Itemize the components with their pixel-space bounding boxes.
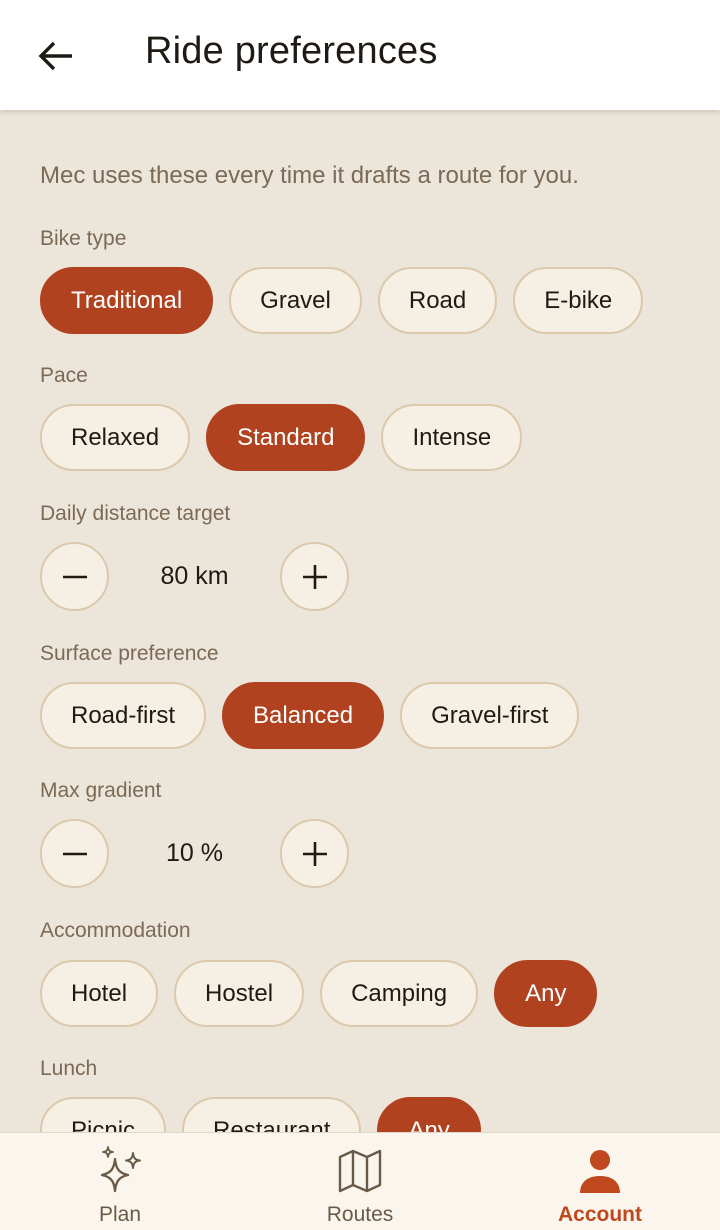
minus-icon xyxy=(62,852,87,855)
bike-type-option-ebike[interactable]: E-bike xyxy=(513,267,644,334)
gradient-value: 10 % xyxy=(166,839,223,867)
nav-label-account: Account xyxy=(558,1203,642,1226)
nav-label-routes: Routes xyxy=(326,1203,394,1226)
pace-option-intense[interactable]: Intense xyxy=(381,404,523,471)
preferences-content[interactable]: Mec uses these every time it drafts a ro… xyxy=(0,110,720,1132)
bike-type-option-traditional[interactable]: Traditional xyxy=(40,267,214,334)
accommodation-option-hostel[interactable]: Hostel xyxy=(174,960,305,1027)
surface-option-road-first[interactable]: Road-first xyxy=(40,682,207,749)
accommodation-option-camping[interactable]: Camping xyxy=(320,960,479,1027)
arrow-left-icon xyxy=(38,41,72,71)
app-root: Ride preferences Mec uses these every ti… xyxy=(0,0,720,1230)
distance-increase-button[interactable] xyxy=(280,542,349,611)
gradient-increase-button[interactable] xyxy=(280,819,349,888)
accommodation-chips: Hotel Hostel Camping Any xyxy=(40,960,598,1027)
pace-option-standard[interactable]: Standard xyxy=(206,404,366,471)
nav-item-account[interactable]: Account xyxy=(480,1133,720,1230)
gradient-decrease-button[interactable] xyxy=(40,819,109,888)
lunch-chips: Picnic Restaurant Any xyxy=(40,1097,481,1132)
accommodation-option-any[interactable]: Any xyxy=(494,960,598,1027)
bike-type-label: Bike type xyxy=(40,227,127,250)
nav-item-plan[interactable]: Plan xyxy=(0,1133,240,1230)
back-button[interactable] xyxy=(36,36,76,76)
pace-label: Pace xyxy=(40,364,88,387)
minus-icon xyxy=(62,575,87,578)
surface-chips: Road-first Balanced Gravel-first xyxy=(40,682,580,749)
distance-value: 80 km xyxy=(160,562,229,590)
daily-distance-label: Daily distance target xyxy=(40,502,231,525)
max-gradient-stepper: 10 % xyxy=(40,819,350,888)
distance-decrease-button[interactable] xyxy=(40,542,109,611)
pace-chips: Relaxed Standard Intense xyxy=(40,404,523,471)
map-icon xyxy=(338,1149,382,1193)
accommodation-label: Accommodation xyxy=(40,919,191,942)
person-icon xyxy=(580,1150,620,1193)
bottom-navigation: Plan Routes Account xyxy=(0,1132,720,1230)
surface-label: Surface preference xyxy=(40,642,219,665)
lunch-option-any[interactable]: Any xyxy=(377,1097,481,1132)
surface-option-gravel-first[interactable]: Gravel-first xyxy=(400,682,580,749)
nav-label-plan: Plan xyxy=(98,1203,142,1226)
pace-option-relaxed[interactable]: Relaxed xyxy=(40,404,191,471)
nav-item-routes[interactable]: Routes xyxy=(240,1133,480,1230)
lunch-option-restaurant[interactable]: Restaurant xyxy=(182,1097,362,1132)
plus-icon xyxy=(302,564,327,589)
bike-type-option-road[interactable]: Road xyxy=(377,267,498,334)
max-gradient-label: Max gradient xyxy=(40,779,162,802)
surface-option-balanced[interactable]: Balanced xyxy=(222,682,385,749)
lunch-label: Lunch xyxy=(40,1057,98,1080)
daily-distance-stepper: 80 km xyxy=(40,542,350,611)
page-title: Ride preferences xyxy=(145,30,438,72)
bike-type-option-gravel[interactable]: Gravel xyxy=(229,267,362,334)
bike-type-chips: Traditional Gravel Road E-bike xyxy=(40,267,644,334)
accommodation-option-hotel[interactable]: Hotel xyxy=(40,960,159,1027)
plus-icon xyxy=(302,841,327,866)
intro-text: Mec uses these every time it drafts a ro… xyxy=(40,162,579,189)
top-app-bar: Ride preferences xyxy=(0,0,720,110)
sparkles-icon xyxy=(100,1146,141,1193)
lunch-option-picnic[interactable]: Picnic xyxy=(40,1097,167,1132)
